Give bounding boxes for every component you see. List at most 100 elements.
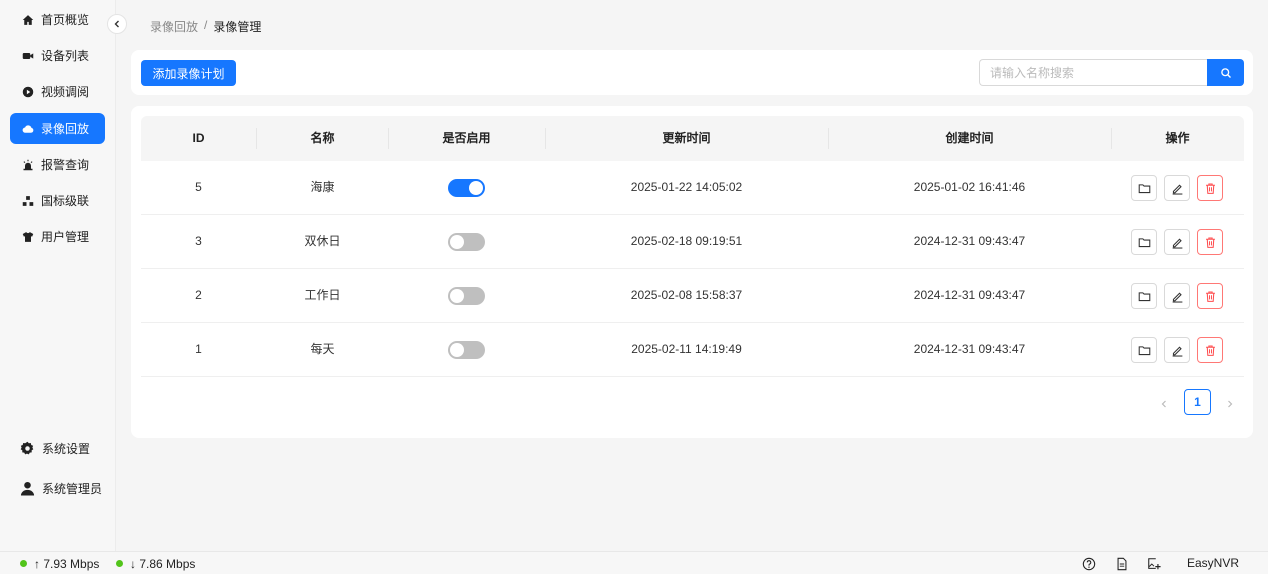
help-button[interactable]: [1081, 556, 1096, 571]
table-row: 3 双休日 2025-02-18 09:19:51 2024-12-31 09:…: [141, 215, 1244, 269]
delete-button[interactable]: [1197, 229, 1223, 255]
sidebar-item-cascade[interactable]: 国标级联: [10, 185, 105, 216]
enabled-toggle[interactable]: [448, 287, 485, 305]
sidebar-item-label: 视频调阅: [41, 85, 90, 99]
cascade-icon: [22, 195, 34, 207]
cell-created: 2024-12-31 09:43:47: [913, 342, 1026, 356]
column-header-updated: 更新时间: [662, 131, 711, 145]
add-record-plan-button[interactable]: 添加录像计划: [141, 60, 236, 86]
cell-id: 1: [195, 342, 202, 356]
column-header-actions: 操作: [1165, 131, 1190, 145]
image-add-icon: [1147, 557, 1161, 569]
record-plan-table: ID 名称 是否启用 更新时间 创建时间 操作 5 海康 2025-01-22 …: [131, 106, 1253, 438]
chevron-right-icon: [1228, 400, 1233, 408]
cell-name: 海康: [310, 180, 335, 194]
cell-id: 2: [195, 288, 202, 302]
gear-icon: [20, 441, 34, 455]
trash-icon: [1205, 291, 1215, 302]
pencil-icon: [1172, 346, 1182, 357]
user-icon: [20, 481, 35, 496]
sidebar-item-overview[interactable]: 首页概览: [10, 4, 105, 35]
sidebar-item-admin[interactable]: 系统管理员: [20, 480, 102, 497]
trash-icon: [1205, 237, 1215, 248]
edit-button[interactable]: [1164, 283, 1190, 309]
table-row: 1 每天 2025-02-11 14:19:49 2024-12-31 09:4…: [141, 323, 1244, 377]
upload-rate: ↑ 7.93 Mbps: [20, 552, 99, 574]
sidebar-item-label: 首页概览: [41, 13, 90, 27]
online-dot-icon: [116, 560, 123, 567]
cell-name: 每天: [310, 342, 335, 356]
breadcrumb: 录像回放 / 录像管理: [150, 18, 261, 35]
column-header-id: ID: [192, 131, 205, 145]
enabled-toggle[interactable]: [448, 341, 485, 359]
sidebar-item-settings[interactable]: 系统设置: [20, 440, 90, 457]
online-dot-icon: [20, 560, 27, 567]
sidebar-item-users[interactable]: 用户管理: [10, 221, 105, 252]
delete-button[interactable]: [1197, 283, 1223, 309]
breadcrumb-separator: /: [204, 18, 208, 32]
pagination-prev-button[interactable]: [1156, 396, 1172, 412]
pencil-icon: [1172, 292, 1182, 303]
document-button[interactable]: [1114, 556, 1129, 571]
alarm-icon: [22, 159, 34, 171]
chevron-left-icon: [114, 20, 119, 28]
upload-rate-text: ↑ 7.93 Mbps: [34, 556, 100, 571]
column-header-enabled: 是否启用: [442, 131, 491, 145]
column-header-name: 名称: [310, 131, 335, 145]
search-input[interactable]: [979, 59, 1207, 86]
cell-updated: 2025-02-11 14:19:49: [631, 342, 742, 356]
sidebar-collapse-button[interactable]: [107, 14, 127, 34]
open-folder-button[interactable]: [1131, 229, 1157, 255]
open-folder-button[interactable]: [1131, 175, 1157, 201]
breadcrumb-current: 录像管理: [213, 20, 262, 34]
folder-icon: [1138, 183, 1150, 193]
sidebar-item-playback[interactable]: 录像回放: [10, 113, 105, 144]
search-bar: [979, 59, 1244, 86]
sidebar-item-alarm[interactable]: 报警查询: [10, 149, 105, 180]
pagination-page[interactable]: 1: [1184, 389, 1211, 415]
table-row: 5 海康 2025-01-22 14:05:02 2025-01-02 16:4…: [141, 161, 1244, 215]
breadcrumb-parent[interactable]: 录像回放: [150, 18, 198, 35]
table-row: 2 工作日 2025-02-08 15:58:37 2024-12-31 09:…: [141, 269, 1244, 323]
cell-created: 2025-01-02 16:41:46: [913, 180, 1026, 194]
enabled-toggle[interactable]: [448, 233, 485, 251]
cell-id: 5: [195, 180, 202, 194]
sidebar: 首页概览 设备列表 视频调阅 录像回放 报警查询 国标级联 用户管理 系统设置 …: [0, 0, 116, 551]
download-rate-text: ↓ 7.86 Mbps: [130, 556, 196, 571]
cell-name: 工作日: [304, 288, 341, 302]
cell-updated: 2025-01-22 14:05:02: [630, 180, 743, 194]
sidebar-item-label: 设备列表: [41, 49, 90, 63]
cell-created: 2024-12-31 09:43:47: [913, 288, 1026, 302]
home-icon: [22, 14, 34, 26]
table-header: ID 名称 是否启用 更新时间 创建时间 操作: [141, 116, 1244, 161]
folder-icon: [1138, 237, 1150, 247]
pencil-icon: [1172, 238, 1182, 249]
cell-created: 2024-12-31 09:43:47: [913, 234, 1026, 248]
chevron-left-icon: [1161, 400, 1166, 408]
toolbar: 添加录像计划: [131, 50, 1253, 95]
folder-icon: [1138, 345, 1150, 355]
status-bar: ↑ 7.93 Mbps ↓ 7.86 Mbps EasyNVR: [0, 551, 1268, 574]
sidebar-item-devices[interactable]: 设备列表: [10, 40, 105, 71]
cell-name: 双休日: [304, 234, 341, 248]
sidebar-item-label: 录像回放: [41, 122, 90, 136]
delete-button[interactable]: [1197, 175, 1223, 201]
image-add-button[interactable]: [1146, 556, 1161, 571]
edit-button[interactable]: [1164, 175, 1190, 201]
sidebar-item-video[interactable]: 视频调阅: [10, 76, 105, 107]
cell-updated: 2025-02-08 15:58:37: [630, 288, 743, 302]
trash-icon: [1205, 183, 1215, 194]
search-button[interactable]: [1207, 59, 1244, 86]
download-rate: ↓ 7.86 Mbps: [116, 552, 195, 574]
play-circle-icon: [22, 86, 34, 98]
edit-button[interactable]: [1164, 337, 1190, 363]
pagination-next-button[interactable]: [1222, 396, 1238, 412]
delete-button[interactable]: [1197, 337, 1223, 363]
question-circle-icon: [1082, 557, 1095, 570]
cell-id: 3: [195, 234, 202, 248]
edit-button[interactable]: [1164, 229, 1190, 255]
sidebar-item-label: 系统设置: [42, 442, 91, 456]
enabled-toggle[interactable]: [448, 179, 485, 197]
open-folder-button[interactable]: [1131, 337, 1157, 363]
open-folder-button[interactable]: [1131, 283, 1157, 309]
